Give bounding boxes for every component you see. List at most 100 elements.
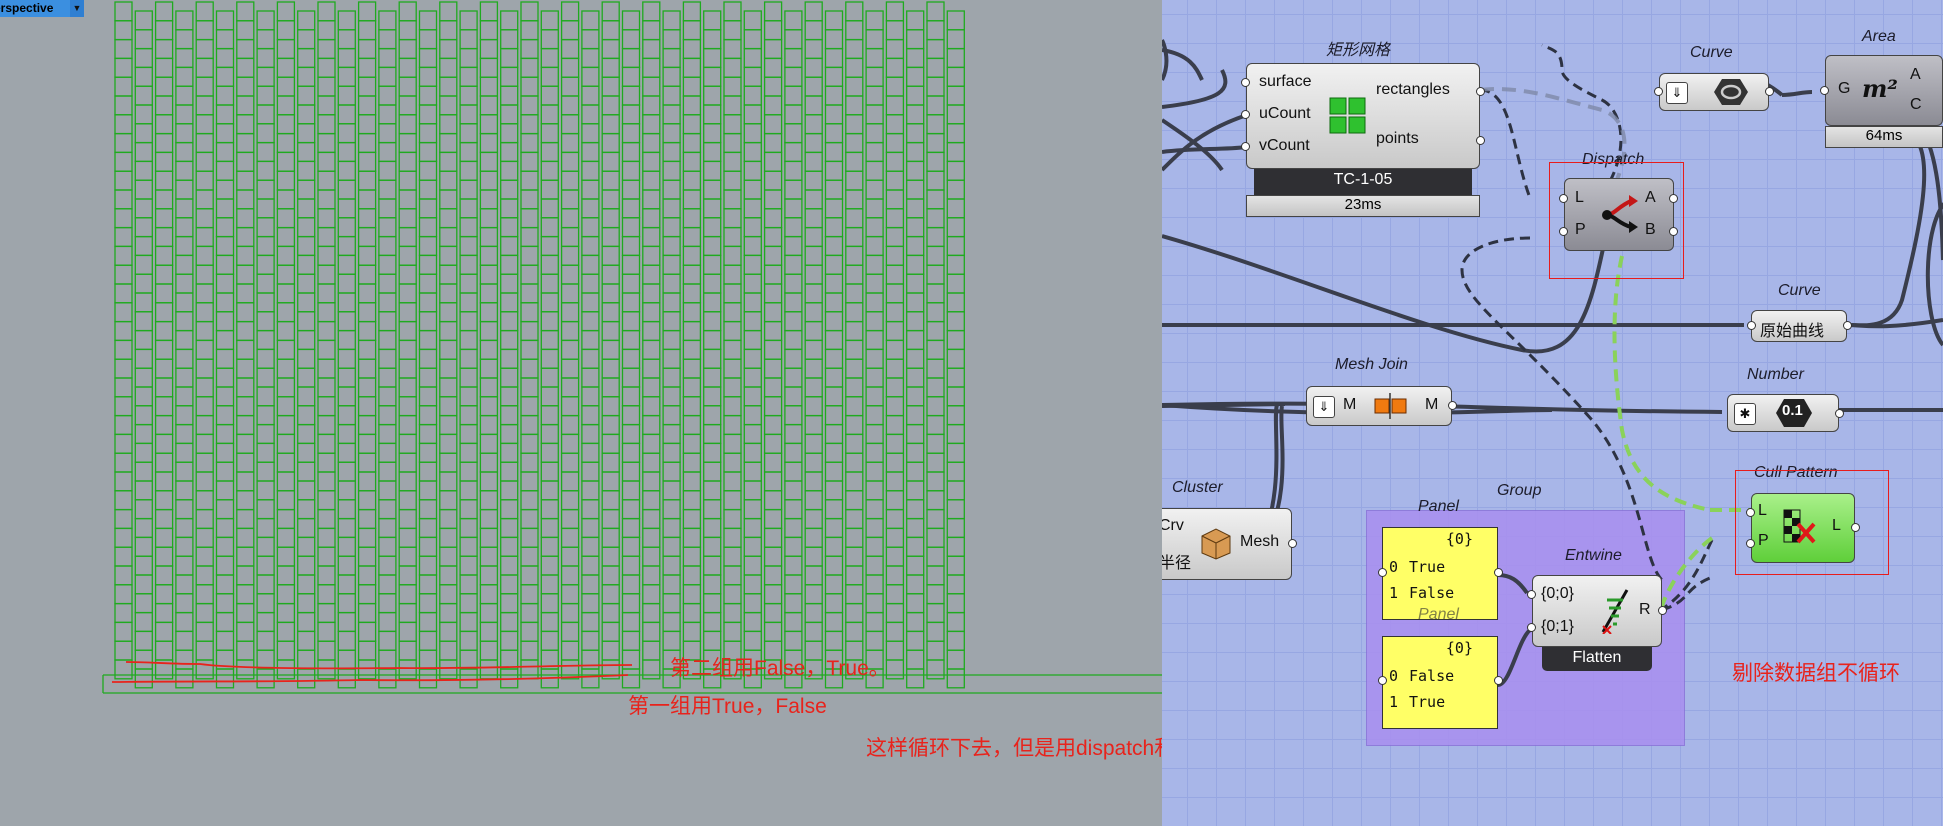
grid-cell <box>114 565 133 586</box>
grid-cell <box>378 536 397 557</box>
grid-cell <box>236 621 255 642</box>
port-panel1-in[interactable] <box>1378 568 1387 577</box>
grid-cell <box>906 254 925 275</box>
port-mesh-join-out[interactable] <box>1448 401 1457 410</box>
grid-cell <box>114 208 133 229</box>
grid-cell <box>824 611 844 633</box>
grid-cell <box>154 621 174 642</box>
curve-orig-component[interactable]: 原始曲线 <box>1751 310 1847 342</box>
entwine-component[interactable]: {0;0} {0;1} R <box>1532 575 1662 647</box>
grid-cell <box>500 611 519 633</box>
grid-cell <box>865 254 884 275</box>
port-entwine-in1[interactable] <box>1527 623 1536 632</box>
grid-cell <box>175 536 194 557</box>
port-entwine-out[interactable] <box>1658 606 1667 615</box>
grid-cell <box>439 490 458 511</box>
grid-cell <box>297 649 316 670</box>
grid-cell <box>540 630 559 651</box>
port-ucount[interactable] <box>1241 110 1250 119</box>
port-curve-top-in[interactable] <box>1654 87 1663 96</box>
grid-cell <box>195 602 214 624</box>
port-panel1-out[interactable] <box>1494 568 1503 577</box>
port-curve-orig-out[interactable] <box>1843 321 1852 330</box>
grid-strip <box>357 1 377 680</box>
grid-cell <box>926 640 945 661</box>
grid-cell <box>195 396 214 417</box>
grid-cell <box>703 254 722 275</box>
chevron-down-icon[interactable]: ▼ <box>70 0 84 17</box>
grid-cell <box>276 95 296 116</box>
grid-cell <box>642 527 661 548</box>
panel2[interactable]: {0} 0 False 1 True <box>1382 636 1498 729</box>
entwine-flatten[interactable]: Flatten <box>1542 647 1652 671</box>
number-component[interactable]: ✱ 0.1 <box>1727 394 1839 432</box>
grid-cell <box>662 442 681 463</box>
grid-cell <box>317 245 336 266</box>
grid-cell <box>662 179 681 200</box>
grid-cell <box>134 329 153 351</box>
grid-cell <box>500 348 519 369</box>
grid-cell <box>297 47 316 69</box>
grid-cell <box>885 95 905 116</box>
grid-cell <box>621 235 641 257</box>
port-vcount[interactable] <box>1241 142 1250 151</box>
area-output-c: C <box>1910 96 1922 113</box>
grid-cell <box>378 668 397 689</box>
grid-cell <box>175 311 194 332</box>
grid-cell <box>357 320 377 342</box>
port-panel2-in[interactable] <box>1378 676 1387 685</box>
grid-cell <box>621 104 641 125</box>
grid-cell <box>926 377 945 398</box>
grid-cell <box>845 283 864 304</box>
grid-cell <box>357 565 377 586</box>
grid-cell <box>479 208 499 229</box>
port-area-g[interactable] <box>1820 86 1829 95</box>
grid-cell <box>276 546 296 567</box>
port-panel2-out[interactable] <box>1494 676 1503 685</box>
port-cluster-out[interactable] <box>1288 539 1297 548</box>
grid-cell <box>926 76 945 97</box>
curve-top-component[interactable]: ⇓ <box>1659 73 1769 111</box>
grid-cell <box>357 170 377 191</box>
port-entwine-in0[interactable] <box>1527 590 1536 599</box>
grid-cell <box>560 621 580 642</box>
mesh-join-component[interactable]: ⇓ M M <box>1306 386 1452 426</box>
grid-cell <box>926 132 945 154</box>
port-curve-top-out[interactable] <box>1765 87 1774 96</box>
grid-cell <box>500 66 519 87</box>
annotation-second-group: 第二组用False，True。 <box>670 657 890 680</box>
grid-cell <box>865 480 884 501</box>
grid-cell <box>378 442 397 463</box>
grid-cell <box>357 339 377 360</box>
grid-cell <box>357 38 377 60</box>
arrow-down-icon: ⇓ <box>1666 82 1688 104</box>
grid-cell <box>439 546 458 567</box>
rect-grid-component[interactable]: surface uCount vCount rectangles points <box>1246 63 1480 169</box>
port-surface[interactable] <box>1241 78 1250 87</box>
grid-cell <box>885 1 905 22</box>
rhino-viewport[interactable]: erspective ▼ 第二组用False，True。 第一组用True，Fa… <box>0 0 1162 826</box>
grid-cell <box>540 292 559 313</box>
grid-cell <box>418 217 438 238</box>
grid-cell <box>520 490 539 511</box>
grid-cell <box>581 198 600 219</box>
port-curve-orig-in[interactable] <box>1747 321 1756 330</box>
grasshopper-canvas[interactable]: Group 矩形网格 surface uCount vCount rectang… <box>1162 0 1943 826</box>
grid-cell <box>317 57 336 78</box>
grid-cell <box>926 320 945 342</box>
grid-cell <box>743 29 762 50</box>
port-points[interactable] <box>1476 136 1485 145</box>
port-number-out[interactable] <box>1835 409 1844 418</box>
cluster-component[interactable]: Crv 半径 Mesh <box>1162 508 1292 580</box>
grid-cell <box>621 367 641 388</box>
grid-cell <box>926 114 945 135</box>
panel1-row: 1 False <box>1389 584 1455 602</box>
rect-grid-nickname: TC-1-05 <box>1254 169 1472 195</box>
grid-strip <box>845 1 864 680</box>
grid-cell <box>378 10 397 31</box>
grid-cell <box>560 20 580 41</box>
grid-cell <box>601 640 620 661</box>
grid-cell <box>114 151 133 172</box>
port-rectangles[interactable] <box>1476 87 1485 96</box>
area-component[interactable]: G A C m² <box>1825 55 1943 126</box>
